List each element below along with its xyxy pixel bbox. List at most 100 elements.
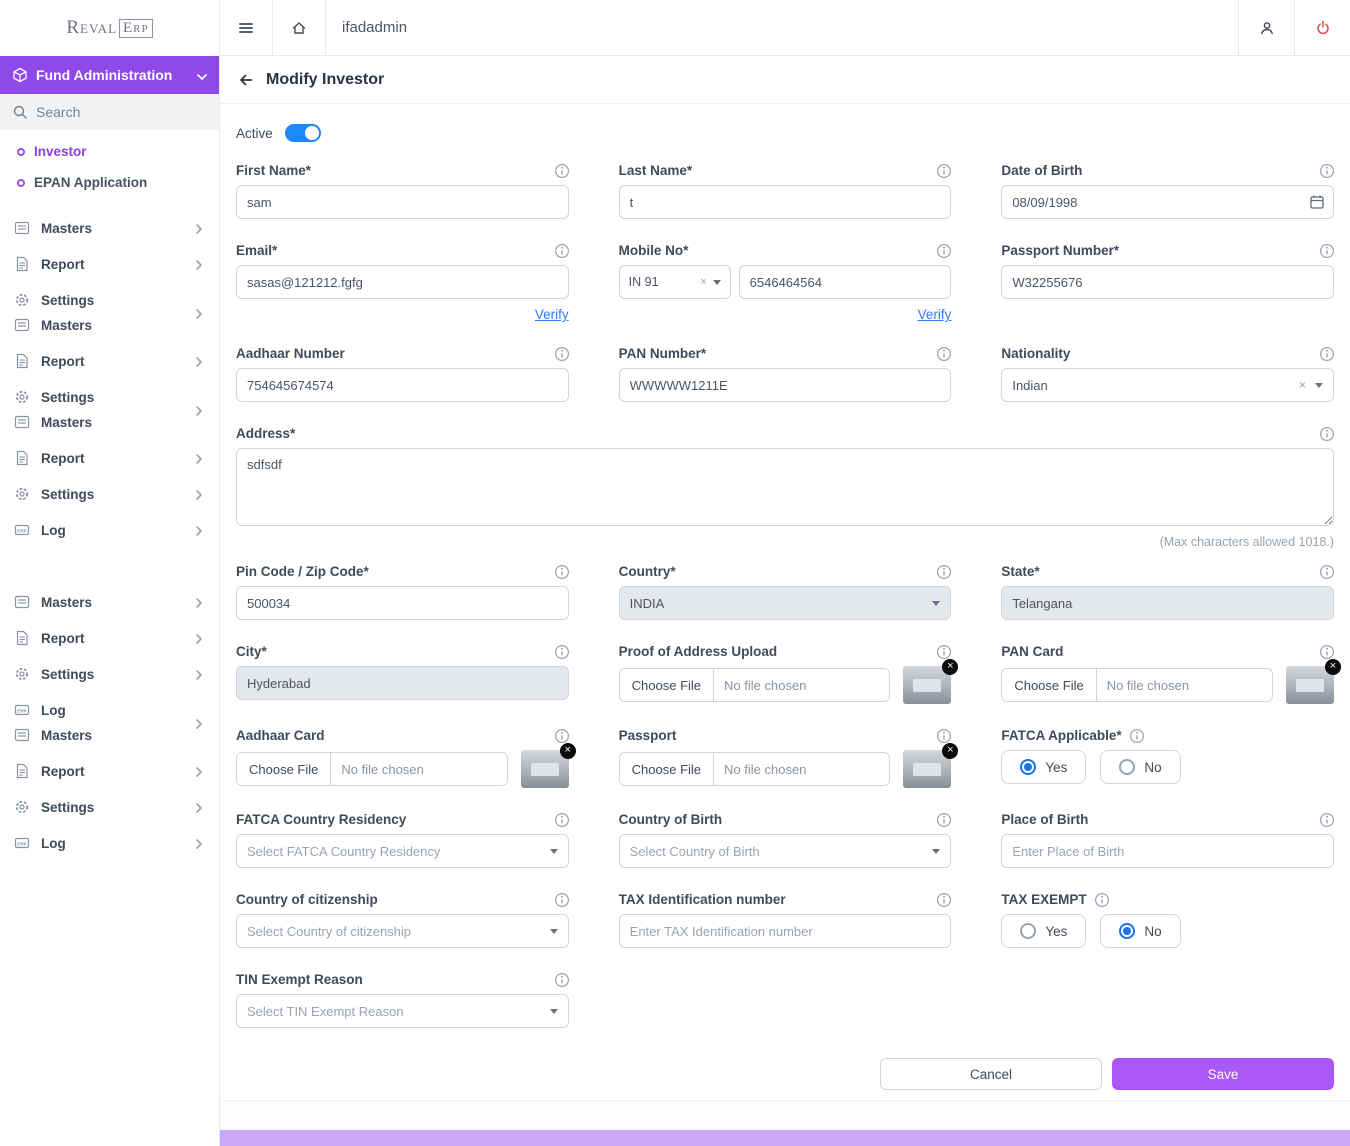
sidebar-item-settings-3[interactable]: Settings — [0, 789, 219, 825]
country-of-birth-select[interactable]: Select Country of Birth — [619, 834, 952, 868]
info-icon[interactable] — [554, 564, 569, 579]
fatca-country-select[interactable]: Select FATCA Country Residency — [236, 834, 569, 868]
sidebar-item-report-2[interactable]: Report — [0, 343, 219, 379]
info-icon[interactable] — [554, 243, 569, 258]
sidebar-item-report-4[interactable]: Report — [0, 620, 219, 656]
info-icon[interactable] — [936, 892, 951, 907]
clear-icon[interactable] — [700, 276, 706, 288]
sidebar-item-masters-2[interactable]: Masters — [0, 584, 219, 620]
cancel-button[interactable]: Cancel — [880, 1058, 1102, 1090]
sidebar-item-log-masters[interactable]: Log Masters — [0, 692, 219, 753]
sidebar-item-settings-masters-2[interactable]: Settings Masters — [0, 379, 219, 440]
profile-button[interactable] — [1238, 0, 1294, 55]
chevron-right-icon — [191, 257, 205, 271]
search-input[interactable] — [36, 104, 207, 120]
calendar-icon[interactable] — [1309, 194, 1325, 210]
back-arrow-icon[interactable] — [238, 72, 254, 88]
proof-of-address-file-input[interactable]: Choose File No file chosen — [619, 668, 891, 702]
tin-exempt-reason-select[interactable]: Select TIN Exempt Reason — [236, 994, 569, 1028]
pan-number-input[interactable] — [619, 368, 952, 402]
info-icon[interactable] — [936, 163, 951, 178]
passport-number-input[interactable] — [1001, 265, 1334, 299]
info-icon[interactable] — [1319, 564, 1334, 579]
info-icon[interactable] — [1319, 644, 1334, 659]
info-icon[interactable] — [1094, 892, 1109, 907]
clear-icon[interactable] — [1299, 378, 1306, 392]
info-icon[interactable] — [936, 644, 951, 659]
sidebar-item-settings-2[interactable]: Settings — [0, 656, 219, 692]
save-button[interactable]: Save — [1112, 1058, 1334, 1090]
info-icon[interactable] — [1319, 243, 1334, 258]
logout-button[interactable] — [1294, 0, 1350, 55]
mobile-verify-link[interactable]: Verify — [918, 307, 952, 322]
remove-file-icon[interactable] — [942, 659, 958, 675]
chevron-right-icon — [191, 221, 205, 235]
aadhaar-number-input[interactable] — [236, 368, 569, 402]
passport-thumbnail[interactable] — [903, 750, 951, 788]
citizenship-select[interactable]: Select Country of citizenship — [236, 914, 569, 948]
info-icon[interactable] — [554, 728, 569, 743]
aadhaar-card-thumbnail[interactable] — [521, 750, 569, 788]
info-icon[interactable] — [554, 644, 569, 659]
info-icon[interactable] — [1129, 728, 1144, 743]
tax-id-input[interactable] — [619, 914, 952, 948]
field-country-of-birth: Country of Birth Select Country of Birth — [619, 811, 952, 868]
pan-card-file-input[interactable]: Choose File No file chosen — [1001, 668, 1273, 702]
home-button[interactable] — [273, 0, 326, 55]
choose-file-button[interactable]: Choose File — [237, 753, 331, 785]
info-icon[interactable] — [1319, 163, 1334, 178]
tax-exempt-yes-radio[interactable]: Yes — [1001, 914, 1086, 948]
info-icon[interactable] — [936, 564, 951, 579]
sidebar-item-report-3[interactable]: Report — [0, 440, 219, 476]
sidebar-item-report-1[interactable]: Report — [0, 246, 219, 282]
nationality-select[interactable]: Indian — [1001, 368, 1334, 402]
dob-input[interactable] — [1001, 185, 1334, 219]
sidebar-item-report-5[interactable]: Report — [0, 753, 219, 789]
tax-exempt-no-radio[interactable]: No — [1100, 914, 1180, 948]
info-icon[interactable] — [1319, 346, 1334, 361]
remove-file-icon[interactable] — [1325, 659, 1341, 675]
first-name-input[interactable] — [236, 185, 569, 219]
sidebar-item-investor[interactable]: Investor — [0, 136, 219, 167]
email-input[interactable] — [236, 265, 569, 299]
hamburger-menu-button[interactable] — [220, 0, 273, 55]
info-icon[interactable] — [936, 243, 951, 258]
info-icon[interactable] — [554, 892, 569, 907]
aadhaar-card-file-input[interactable]: Choose File No file chosen — [236, 752, 508, 786]
info-icon[interactable] — [554, 346, 569, 361]
info-icon[interactable] — [936, 728, 951, 743]
choose-file-button[interactable]: Choose File — [1002, 669, 1096, 701]
sidebar-item-epan-application[interactable]: EPAN Application — [0, 167, 219, 198]
pincode-input[interactable] — [236, 586, 569, 620]
pan-card-thumbnail[interactable] — [1286, 666, 1334, 704]
sidebar-item-settings-1[interactable]: Settings — [0, 476, 219, 512]
country-code-select[interactable]: IN 91 — [619, 265, 731, 299]
sidebar-item-masters-1[interactable]: Masters — [0, 210, 219, 246]
fatca-no-radio[interactable]: No — [1100, 750, 1180, 784]
choose-file-button[interactable]: Choose File — [620, 669, 714, 701]
fatca-yes-radio[interactable]: Yes — [1001, 750, 1086, 784]
module-header-fund-administration[interactable]: Fund Administration — [0, 56, 219, 94]
info-icon[interactable] — [1319, 426, 1334, 441]
info-icon[interactable] — [936, 346, 951, 361]
active-toggle[interactable] — [285, 124, 321, 142]
sidebar-item-log-2[interactable]: Log — [0, 825, 219, 861]
address-textarea[interactable]: sdfsdf — [236, 448, 1334, 526]
place-of-birth-input[interactable] — [1001, 834, 1334, 868]
email-verify-link[interactable]: Verify — [535, 307, 569, 322]
mobile-input[interactable] — [739, 265, 952, 299]
remove-file-icon[interactable] — [942, 743, 958, 759]
info-icon[interactable] — [554, 163, 569, 178]
field-country: Country* INDIA — [619, 563, 952, 620]
info-icon[interactable] — [936, 812, 951, 827]
sidebar-item-settings-masters-1[interactable]: Settings Masters — [0, 282, 219, 343]
info-icon[interactable] — [1319, 812, 1334, 827]
info-icon[interactable] — [554, 812, 569, 827]
last-name-input[interactable] — [619, 185, 952, 219]
choose-file-button[interactable]: Choose File — [620, 753, 714, 785]
info-icon[interactable] — [554, 972, 569, 987]
passport-file-input[interactable]: Choose File No file chosen — [619, 752, 891, 786]
proof-of-address-thumbnail[interactable] — [903, 666, 951, 704]
remove-file-icon[interactable] — [560, 743, 576, 759]
sidebar-item-log-1[interactable]: Log — [0, 512, 219, 548]
